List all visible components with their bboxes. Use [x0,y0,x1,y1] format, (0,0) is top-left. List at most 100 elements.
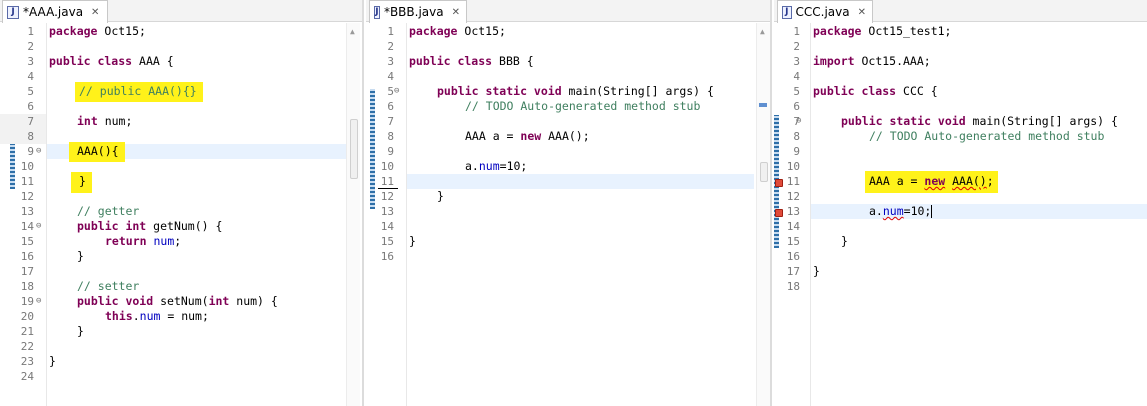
fold-collapse-icon[interactable]: ⊖ [36,294,41,309]
code-line: // TODO Auto-generated method stub [465,99,701,113]
line-number: 2 [387,40,394,53]
scroll-up-icon[interactable]: ▲ [760,27,765,36]
fold-collapse-icon[interactable]: ⊖ [36,144,41,159]
code-line: public void setNum(int num) { [77,294,278,308]
occurrence-marker [759,103,767,107]
line-number: 20 [20,310,34,323]
line-number: 22 [20,340,34,353]
line-number: 6 [27,100,34,113]
editor-divider[interactable] [770,0,772,406]
scroll-up-icon[interactable]: ▲ [350,27,355,36]
line-number: 13 [380,205,394,218]
line-number: 17 [20,265,34,278]
scroll-thumb[interactable] [760,162,768,182]
code-line: public class AAA { [49,54,174,68]
line-number: 10 [20,160,34,173]
line-number: 9 [27,145,34,158]
code-line: int num; [77,114,133,128]
code-line: public int getNum() { [77,219,223,233]
code-line: import Oct15.AAA; [813,54,931,68]
tab-ccc-java[interactable]: J CCC.java ✕ [777,0,873,23]
line-number: 15 [380,235,394,248]
line-number: 3 [387,55,394,68]
line-number: 3 [27,55,34,68]
line-number: 13 [20,205,34,218]
fold-collapse-icon[interactable]: ⊖ [36,219,41,234]
java-file-icon: J [782,5,792,19]
error-marker-icon[interactable] [775,179,783,187]
code-area[interactable]: package Oct15_test1; import Oct15.AAA; p… [810,23,1147,406]
editor-divider[interactable] [362,0,364,406]
code-line: AAA(){ [47,142,346,162]
line-number: 15 [786,235,800,248]
tab-aaa-java[interactable]: J *AAA.java ✕ [2,0,108,23]
line-number: 18 [786,280,800,293]
line-number: 4 [27,70,34,83]
code-line: a.num=10; [465,159,528,173]
tab-bbb-java[interactable]: J *BBB.java ✕ [369,0,467,23]
code-line: return num; [105,234,182,248]
line-number: 10 [380,160,394,173]
close-tab-icon[interactable]: ✕ [91,7,99,18]
line-number: 12 [380,190,394,203]
change-indicator [10,144,15,189]
code-line: } [437,189,444,203]
line-number: 12 [20,190,34,203]
close-tab-icon[interactable]: ✕ [452,7,460,18]
code-line: public class CCC { [813,84,938,98]
line-number: 10 [786,160,800,173]
line-number: 1 [27,25,34,38]
line-number: 1 [793,25,800,38]
line-number: 2 [27,40,34,53]
editor-aaa: J *AAA.java ✕ 1 2 3 4 5 6 7 8 9 10 11 12 13 14 15 16 17 1… [0,0,362,406]
line-number: 13 [786,205,800,218]
tab-title: CCC.java [795,5,850,19]
current-line-highlight [407,174,754,189]
line-number: 3 [793,55,800,68]
code-line: // setter [77,279,140,293]
line-number: 14 [380,220,394,233]
code-line: // TODO Auto-generated method stub [869,129,1105,143]
line-number: 19 [20,295,34,308]
fold-collapse-icon[interactable]: ⊖ [796,114,801,129]
code-line: public static void main(String[] args) { [437,84,714,98]
fold-collapse-icon[interactable]: ⊖ [394,84,399,99]
text-cursor [931,205,933,218]
code-line: this.num = num; [105,309,209,323]
line-number: 16 [786,250,800,263]
code-line: } [841,234,848,248]
code-line: // public AAA(){} [47,82,346,102]
line-number: 14 [786,220,800,233]
code-line: a.num=10; [869,204,933,218]
java-file-icon: J [7,5,19,19]
line-number: 7 [27,115,34,128]
line-number: 8 [793,130,800,143]
line-number: 8 [387,130,394,143]
java-file-icon: J [374,5,380,19]
scroll-thumb[interactable] [350,119,358,179]
code-line: public static void main(String[] args) { [841,114,1118,128]
code-line: AAA a = new AAA(); [811,171,1147,193]
change-indicator [370,89,375,209]
editor-bbb: J *BBB.java ✕ 1 2 3 4 5 6 7 8 9 10 11 12 13 14 15 16 ⊖ … [366,0,770,406]
code-line: } [409,234,416,248]
error-marker-icon[interactable] [775,209,783,217]
close-tab-icon[interactable]: ✕ [858,7,866,18]
code-area[interactable]: package Oct15; public class AAA { // pub… [46,23,346,406]
vertical-scrollbar[interactable]: ▲ [346,23,360,406]
line-number: 11 [786,175,800,188]
line-number: 16 [20,250,34,263]
tab-title: *BBB.java [383,5,444,19]
editor-ccc: J CCC.java ✕ 1 2 3 4 5 6 7 8 9 10 11 12 13 14 15 16 17 18… [774,0,1147,406]
line-number: 21 [20,325,34,338]
code-line: } [49,354,56,368]
line-number: 8 [27,130,34,143]
vertical-scrollbar[interactable]: ▲ [756,23,770,406]
code-line: } [47,172,346,193]
code-line: AAA a = new AAA(); [465,129,590,143]
code-area[interactable]: package Oct15; public class BBB { public… [406,23,754,406]
code-line: package Oct15; [409,24,506,38]
line-number: 2 [793,40,800,53]
line-number: 7 [387,115,394,128]
line-number: 18 [20,280,34,293]
